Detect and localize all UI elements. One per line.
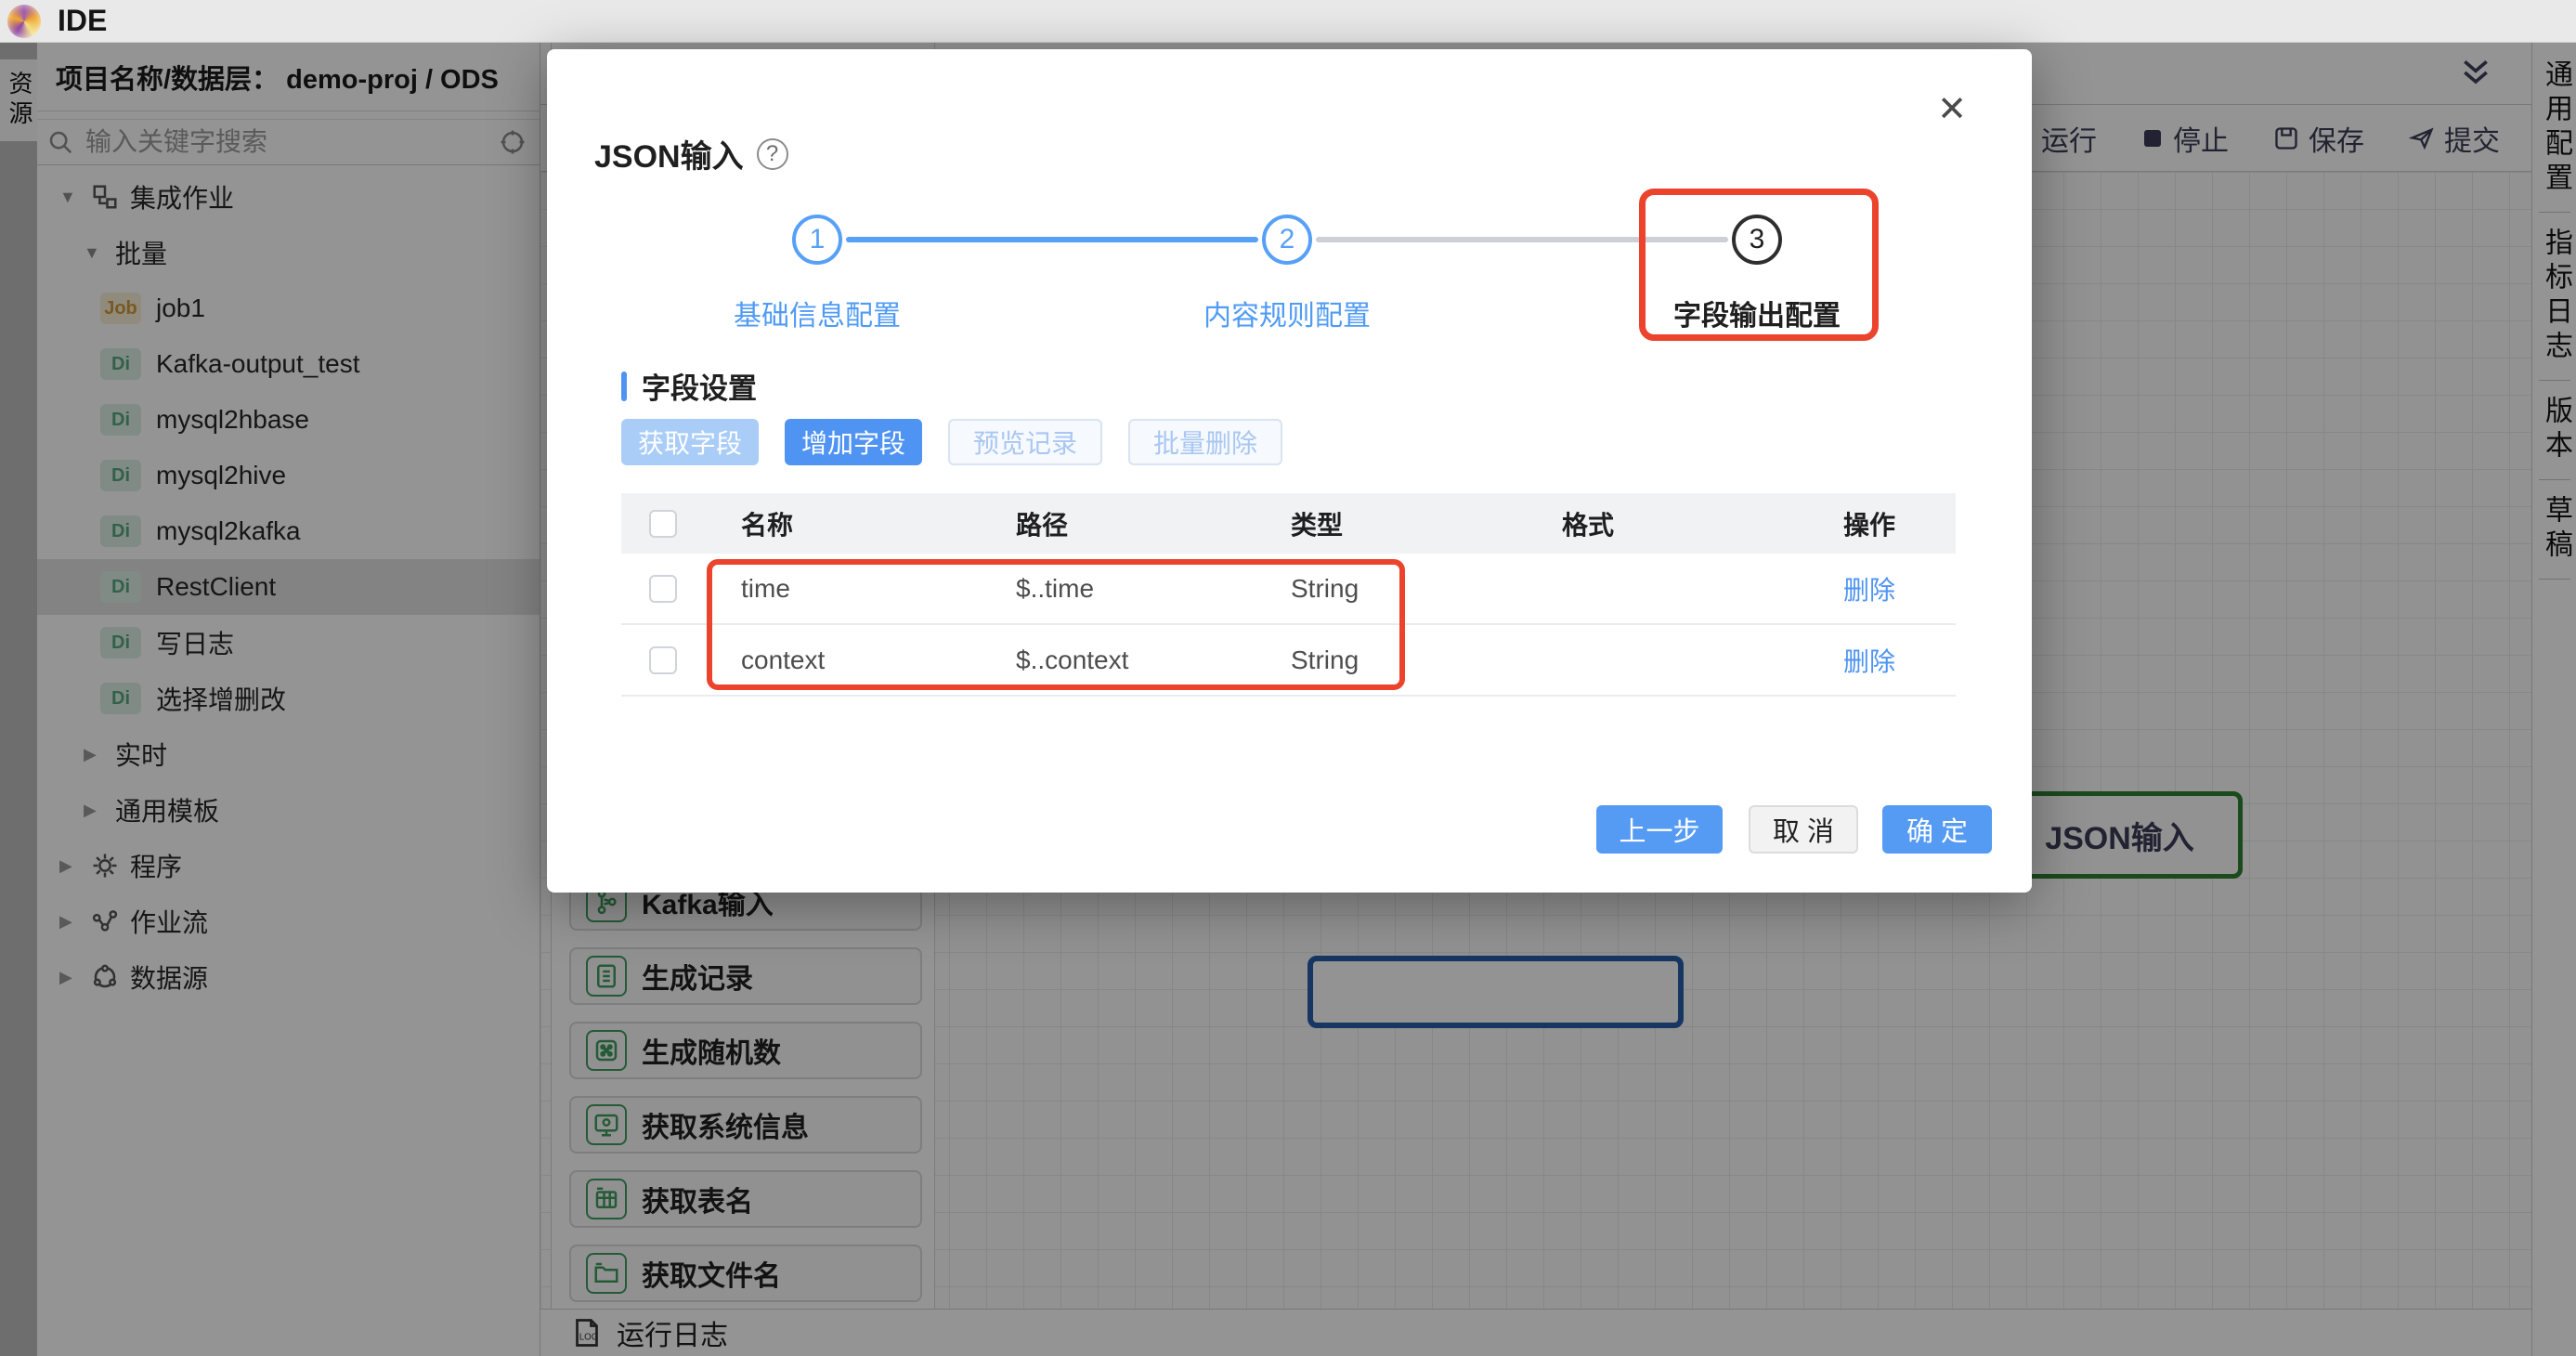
annotation-box-step3 <box>1639 189 1879 341</box>
row-checkbox[interactable] <box>649 646 677 674</box>
annotation-box-rows <box>707 559 1405 690</box>
step-2-label[interactable]: 内容规则配置 <box>1120 293 1454 333</box>
preview-records-button[interactable]: 预览记录 <box>948 419 1102 465</box>
delete-link[interactable]: 删除 <box>1815 570 1956 607</box>
table-header-row: 名称 路径 类型 格式 操作 <box>621 493 1956 554</box>
add-field-button[interactable]: 增加字段 <box>785 419 922 465</box>
col-header-path: 路径 <box>988 505 1263 542</box>
app-logo-icon <box>7 5 41 38</box>
row-checkbox[interactable] <box>649 575 677 603</box>
step-1-circle: 1 <box>792 215 842 265</box>
step-connector-1-2 <box>846 237 1258 242</box>
step-1-label[interactable]: 基础信息配置 <box>650 293 984 333</box>
confirm-button[interactable]: 确 定 <box>1882 805 1992 854</box>
col-header-action: 操作 <box>1815 505 1956 542</box>
prev-step-button[interactable]: 上一步 <box>1596 805 1723 854</box>
batch-delete-button[interactable]: 批量删除 <box>1128 419 1282 465</box>
section-accent-bar <box>621 372 627 401</box>
close-icon[interactable]: ✕ <box>1937 92 1967 127</box>
fetch-fields-button[interactable]: 获取字段 <box>621 419 759 465</box>
app-title: IDE <box>58 4 107 38</box>
col-header-format: 格式 <box>1534 505 1815 542</box>
field-settings-title: 字段设置 <box>642 365 757 407</box>
select-all-checkbox[interactable] <box>649 510 677 538</box>
top-app-bar: IDE <box>0 0 2576 43</box>
step-2-circle: 2 <box>1262 215 1312 265</box>
col-header-type: 类型 <box>1263 505 1534 542</box>
json-input-dialog: JSON输入 ✕ 1 2 3 基础信息配置 内容规则配置 字段输出配置 字段设置… <box>547 49 2032 893</box>
col-header-name: 名称 <box>713 505 988 542</box>
cancel-button[interactable]: 取 消 <box>1749 805 1858 854</box>
delete-link[interactable]: 删除 <box>1815 642 1956 679</box>
help-icon[interactable] <box>757 138 788 170</box>
dialog-title: JSON输入 <box>594 131 744 176</box>
